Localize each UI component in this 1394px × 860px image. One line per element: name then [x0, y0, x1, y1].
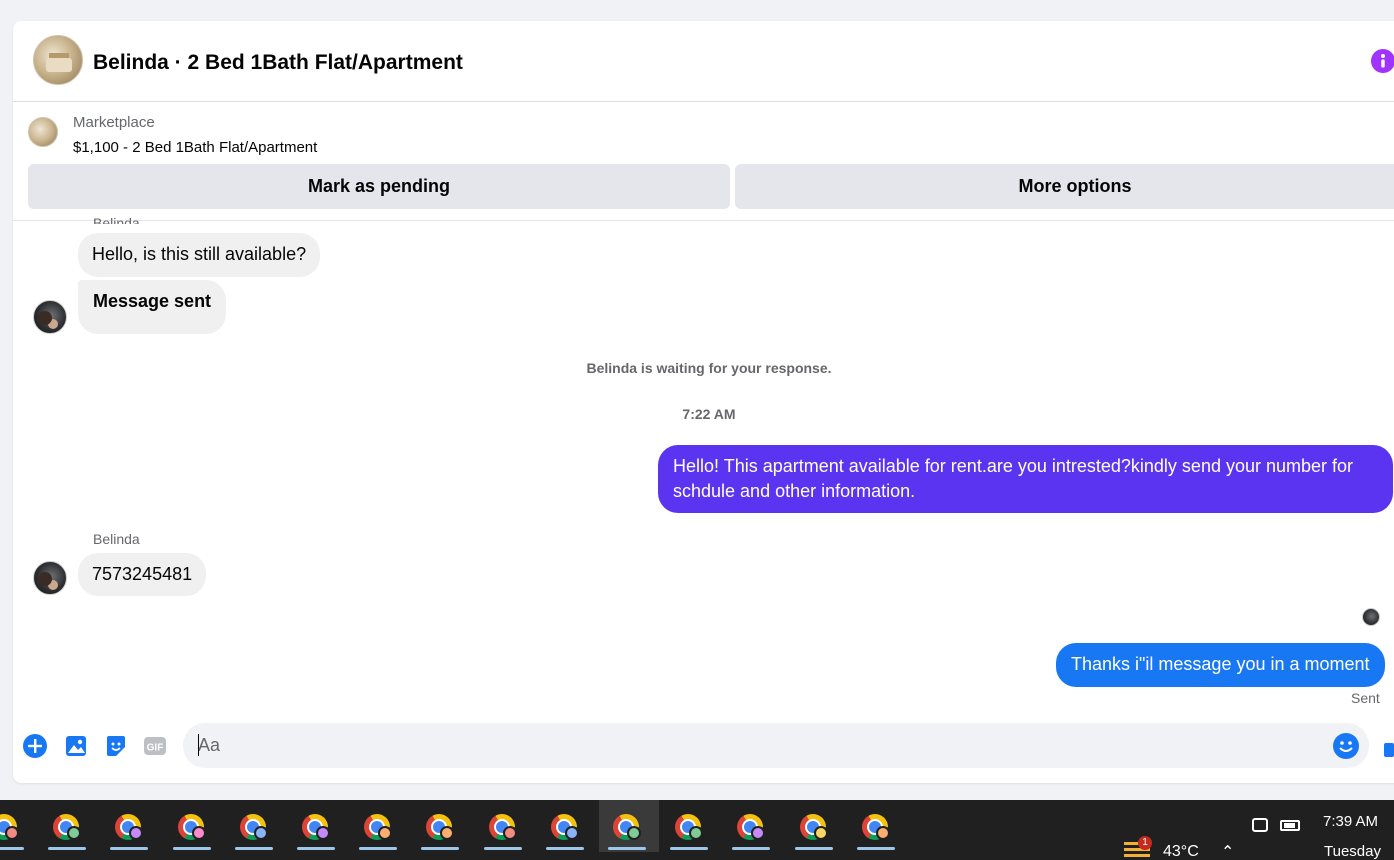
chat-header: Belinda · 2 Bed 1Bath Flat/Apartment [13, 21, 1394, 102]
conversation-title[interactable]: Belinda · 2 Bed 1Bath Flat/Apartment [93, 51, 463, 75]
sticker-icon[interactable] [103, 733, 129, 759]
listing-thumbnail[interactable] [28, 117, 58, 147]
profile-badge-icon [129, 826, 143, 840]
incoming-message[interactable]: Hello, is this still available? [78, 233, 321, 277]
taskbar-chrome-icon[interactable] [298, 808, 334, 844]
running-indicator [795, 847, 833, 850]
taskbar-chrome-icon[interactable] [236, 808, 272, 844]
chat-panel: Belinda · 2 Bed 1Bath Flat/Apartment Mar… [13, 21, 1394, 783]
running-indicator [359, 847, 397, 850]
listing-source: Marketplace [73, 114, 155, 131]
profile-badge-icon [316, 826, 330, 840]
profile-badge-icon [440, 826, 454, 840]
emoji-icon[interactable] [1333, 733, 1359, 759]
running-indicator [484, 847, 522, 850]
contact-avatar[interactable] [33, 561, 67, 595]
running-indicator [857, 847, 895, 850]
profile-badge-icon [814, 826, 828, 840]
running-indicator [0, 847, 24, 850]
text-caret [198, 734, 199, 756]
running-indicator [732, 847, 770, 850]
chevron-up-icon[interactable]: ⌃ [1221, 842, 1234, 860]
clock-day[interactable]: Tuesday [1324, 843, 1381, 860]
running-indicator [421, 847, 459, 850]
sent-status: Sent [1351, 690, 1380, 706]
profile-badge-icon [751, 826, 765, 840]
taskbar-chrome-icon[interactable] [174, 808, 210, 844]
taskbar-chrome-icon[interactable] [49, 808, 85, 844]
incoming-message[interactable]: Message sent [78, 280, 227, 334]
more-options-button[interactable]: More options [735, 164, 1394, 209]
notification-badge: 1 [1138, 836, 1152, 850]
profile-badge-icon [192, 826, 206, 840]
taskbar-chrome-icon[interactable] [0, 808, 23, 844]
profile-badge-icon [254, 826, 268, 840]
running-indicator [173, 847, 211, 850]
taskbar-chrome-icon[interactable] [858, 808, 894, 844]
info-icon[interactable] [1371, 49, 1394, 73]
taskbar-chrome-icon[interactable] [111, 808, 147, 844]
taskbar-chrome-icon[interactable] [796, 808, 832, 844]
profile-badge-icon [876, 826, 890, 840]
read-receipt-avatar [1362, 608, 1380, 626]
listing-price-title[interactable]: $1,100 - 2 Bed 1Bath Flat/Apartment [73, 139, 317, 156]
temperature[interactable]: 43°C [1163, 843, 1199, 860]
mark-as-pending-button[interactable]: Mark as pending [28, 164, 730, 209]
message-input[interactable] [183, 723, 1369, 768]
marketplace-listing-card: Marketplace $1,100 - 2 Bed 1Bath Flat/Ap… [13, 103, 1394, 221]
taskbar-chrome-icon[interactable] [671, 808, 707, 844]
contact-avatar[interactable] [33, 300, 67, 334]
profile-badge-icon [378, 826, 392, 840]
taskbar-chrome-icon[interactable] [733, 808, 769, 844]
waiting-note: Belinda is waiting for your response. [586, 360, 832, 376]
sender-name: Belinda [93, 216, 140, 224]
outgoing-message[interactable]: Hello! This apartment available for rent… [658, 445, 1393, 513]
taskbar-chrome-icon[interactable] [485, 808, 521, 844]
running-indicator [297, 847, 335, 850]
running-indicator [670, 847, 708, 850]
incoming-message[interactable]: 7573245481 [78, 553, 207, 596]
profile-badge-icon [689, 826, 703, 840]
taskbar-chrome-icon[interactable] [360, 808, 396, 844]
running-indicator [235, 847, 273, 850]
outgoing-message[interactable]: Thanks i"il message you in a moment [1056, 643, 1385, 687]
clock-time[interactable]: 7:39 AM [1323, 813, 1378, 830]
running-indicator [48, 847, 86, 850]
profile-badge-icon [503, 826, 517, 840]
taskbar-chrome-icon[interactable] [422, 808, 458, 844]
profile-badge-icon [565, 826, 579, 840]
running-indicator [546, 847, 584, 850]
taskbar-chrome-icon[interactable] [547, 808, 583, 844]
profile-badge-icon [627, 826, 641, 840]
running-indicator [110, 847, 148, 850]
battery-icon[interactable] [1280, 820, 1300, 831]
profile-badge-icon [67, 826, 81, 840]
taskbar-chrome-icon[interactable] [609, 808, 645, 844]
message-timestamp: 7:22 AM [682, 406, 736, 422]
meet-now-icon[interactable] [1252, 818, 1268, 832]
svg-text:GIF: GIF [147, 743, 164, 754]
listing-avatar[interactable] [33, 35, 83, 85]
like-icon[interactable] [1384, 743, 1394, 757]
plus-icon[interactable] [22, 733, 48, 759]
gif-icon[interactable]: GIF [142, 733, 168, 759]
photo-icon[interactable] [63, 733, 89, 759]
sender-name: Belinda [93, 531, 140, 547]
profile-badge-icon [5, 826, 19, 840]
running-indicator [608, 847, 646, 850]
